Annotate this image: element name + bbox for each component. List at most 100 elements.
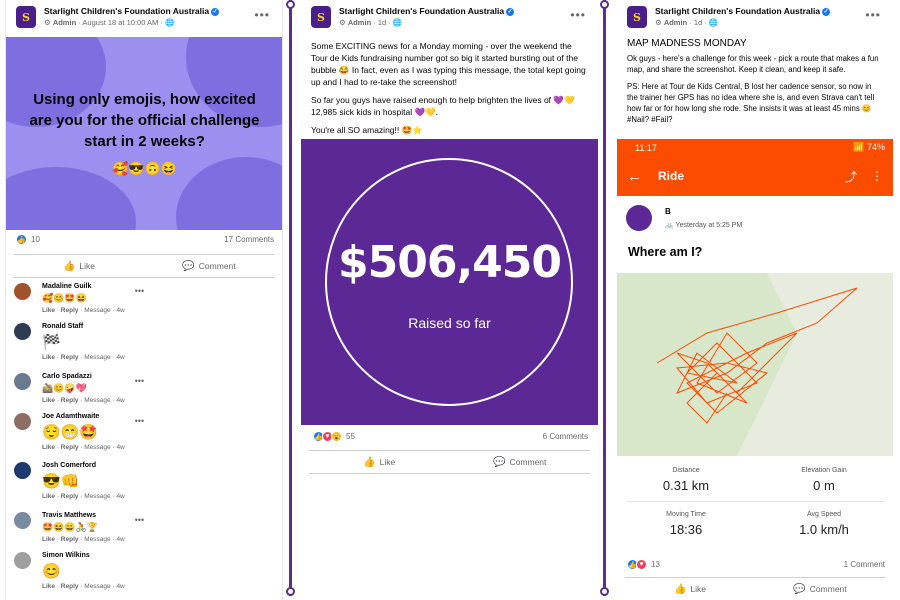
post-card-2: S Starlight Children's Foundation Austra… <box>301 0 598 600</box>
avatar[interactable] <box>14 512 31 529</box>
overflow-menu-icon[interactable]: ⋮ <box>871 169 883 183</box>
strava-screenshot[interactable]: 11:17 📶 74% ← Ride ⤴ ⋮ B 🚲 Yesterday at 5… <box>617 139 893 553</box>
comment-item: Josh Comerford 😎👊 Like · Reply · Message … <box>14 462 125 500</box>
avatar[interactable] <box>14 373 31 390</box>
comment-message-link[interactable]: Message <box>84 583 110 590</box>
reaction-count[interactable]: 13 <box>651 560 660 569</box>
comment-text: 🚵😊🤪💖 <box>42 383 87 393</box>
commenter-name[interactable]: Simon Wilkins <box>42 552 125 559</box>
commenter-name[interactable]: Joe Adamthwaite <box>42 413 125 420</box>
comment-more-icon[interactable]: ••• <box>135 376 144 404</box>
comment-message-link[interactable]: Message <box>84 536 110 543</box>
phone-status-bar: 11:17 📶 74% <box>617 139 893 156</box>
post-card-1: S Starlight Children's Foundation Austra… <box>5 0 283 600</box>
comment-more-icon[interactable]: ••• <box>135 416 144 451</box>
comment-like-link[interactable]: Like <box>42 493 55 500</box>
comment-button[interactable]: 💬 Comment <box>144 255 274 277</box>
page-name-link[interactable]: Starlight Children's Foundation Australi… <box>655 6 831 16</box>
commenter-name[interactable]: Madaline Guilk <box>42 283 125 290</box>
column-divider <box>286 0 295 596</box>
back-arrow-icon[interactable]: ← <box>627 168 642 185</box>
comment-message-link[interactable]: Message <box>84 307 110 314</box>
comment-item: Carlo Spadazzi 🚵😊🤪💖 Like · Reply · Messag… <box>14 373 144 404</box>
comment-count-link[interactable]: 6 Comments <box>543 432 588 441</box>
comment-item: Travis Matthews 🤩😆😀🚴🏆 Like · Reply · Mess… <box>14 512 144 543</box>
comment-reply-link[interactable]: Reply <box>61 536 79 543</box>
share-icon[interactable]: ⤴ <box>845 168 857 185</box>
more-options-icon[interactable]: ••• <box>570 8 586 22</box>
comment-more-icon[interactable]: ••• <box>135 515 144 543</box>
comment-like-link[interactable]: Like <box>42 397 55 404</box>
comment-like-link[interactable]: Like <box>42 307 55 314</box>
comment-reply-link[interactable]: Reply <box>61 354 79 361</box>
activity-date: 🚲 Yesterday at 5:25 PM <box>665 222 743 229</box>
comment-reply-link[interactable]: Reply <box>61 583 79 590</box>
thumbs-up-icon: 👍 <box>363 456 376 468</box>
comment-reply-link[interactable]: Reply <box>61 493 79 500</box>
comment-button[interactable]: 💬 Comment <box>755 578 885 600</box>
comment-icon: 💬 <box>493 456 506 468</box>
post-paragraph: So far you guys have raised enough to he… <box>311 95 575 117</box>
comment-text: 😊 <box>42 563 61 580</box>
comment-count-link[interactable]: 17 Comments <box>224 235 274 244</box>
avatar[interactable] <box>14 552 31 569</box>
avatar[interactable] <box>14 462 31 479</box>
comment-message-link[interactable]: Message <box>84 354 110 361</box>
image-question-text: Using only emojis, how excited are you f… <box>29 91 260 150</box>
comment-reply-link[interactable]: Reply <box>61 444 79 451</box>
comment-count-link[interactable]: 1 Comment <box>844 560 885 569</box>
post-card-3: S Starlight Children's Foundation Austra… <box>617 0 893 600</box>
comment-item: Joe Adamthwaite 😌😁🤩 Like · Reply · Messag… <box>14 413 144 451</box>
amount-caption: Raised so far <box>408 315 491 331</box>
fundraising-amount: $506,450 <box>337 237 562 288</box>
comment-item: Simon Wilkins 😊 Like · Reply · Message · … <box>14 552 125 590</box>
like-button[interactable]: 👍 Like <box>625 578 755 600</box>
reaction-count[interactable]: 55 <box>346 432 355 441</box>
comment-button[interactable]: 💬 Comment <box>450 451 591 473</box>
comment-item: Ronald Staff 🏁 Like · Reply · Message · 4… <box>14 323 125 361</box>
more-options-icon[interactable]: ••• <box>254 8 270 22</box>
comment-message-link[interactable]: Message <box>84 397 110 404</box>
post-body: Some EXCITING news for a Monday morning … <box>301 40 598 136</box>
route-map[interactable] <box>617 273 893 456</box>
comment-icon: 💬 <box>793 583 806 595</box>
comment-text: 🥰😊🤩😆 <box>42 293 87 303</box>
avatar[interactable] <box>14 283 31 300</box>
comment-message-link[interactable]: Message <box>84 444 110 451</box>
page-logo[interactable]: S <box>311 6 331 28</box>
post-heading: MAP MADNESS MONDAY <box>627 38 747 49</box>
like-button[interactable]: 👍 Like <box>309 451 450 473</box>
comment-message-link[interactable]: Message <box>84 493 110 500</box>
comment-like-link[interactable]: Like <box>42 444 55 451</box>
verified-icon: ✓ <box>506 8 515 16</box>
page-name-link[interactable]: Starlight Children's Foundation Australi… <box>44 6 220 16</box>
reaction-count[interactable]: 10 <box>31 235 40 244</box>
comment-reply-link[interactable]: Reply <box>61 397 79 404</box>
avatar[interactable] <box>14 323 31 340</box>
map-svg <box>617 273 858 456</box>
post-image[interactable]: Using only emojis, how excited are you f… <box>6 37 282 230</box>
page-logo[interactable]: S <box>627 6 647 28</box>
athlete-avatar[interactable] <box>626 205 652 231</box>
comment-like-link[interactable]: Like <box>42 536 55 543</box>
comment-reply-link[interactable]: Reply <box>61 307 79 314</box>
page-name-link[interactable]: Starlight Children's Foundation Australi… <box>339 6 515 16</box>
commenter-name[interactable]: Travis Matthews <box>42 512 125 519</box>
comment-like-link[interactable]: Like <box>42 583 55 590</box>
comment-more-icon[interactable]: ••• <box>135 286 144 314</box>
post-image[interactable]: $506,450 Raised so far <box>301 139 598 425</box>
like-button[interactable]: 👍 Like <box>14 255 144 277</box>
athlete-name[interactable]: B <box>665 207 671 216</box>
commenter-name[interactable]: Josh Comerford <box>42 462 125 469</box>
commenter-name[interactable]: Ronald Staff <box>42 323 125 330</box>
avatar[interactable] <box>14 413 31 430</box>
image-emojis: 🥰😎🙃😆 <box>112 161 177 176</box>
commenter-name[interactable]: Carlo Spadazzi <box>42 373 125 380</box>
column-divider <box>600 0 609 596</box>
post-meta: ⚙ Admin · 1d · 🌐 <box>339 18 403 27</box>
more-options-icon[interactable]: ••• <box>865 8 881 22</box>
wow-reaction-icon: 😮 <box>331 431 342 442</box>
comment-like-link[interactable]: Like <box>42 354 55 361</box>
page-logo[interactable]: S <box>16 6 36 28</box>
comment-icon: 💬 <box>182 260 195 272</box>
